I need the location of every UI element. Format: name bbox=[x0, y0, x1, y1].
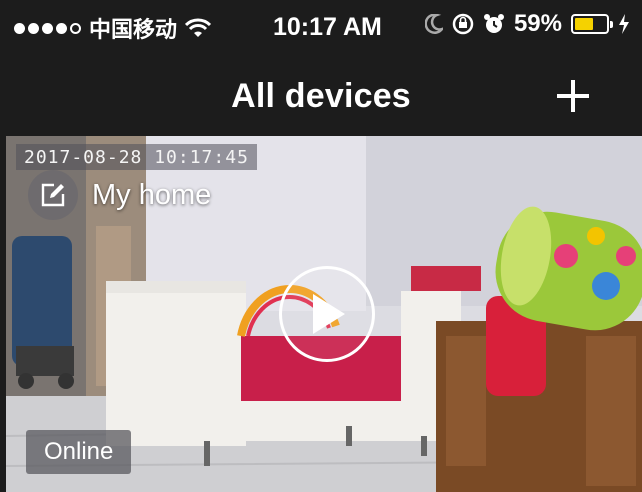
edit-device-name-button[interactable] bbox=[28, 170, 78, 220]
play-button[interactable] bbox=[279, 266, 375, 362]
video-timestamp: 2017-08-28 10:17:45 bbox=[16, 144, 257, 170]
battery-icon bbox=[571, 14, 613, 34]
add-device-button[interactable] bbox=[550, 73, 596, 119]
rotation-lock-icon bbox=[452, 13, 474, 35]
status-time: 10:17 AM bbox=[273, 13, 382, 41]
carrier-name: 中国移动 bbox=[89, 18, 178, 43]
battery-percentage: 59% bbox=[513, 10, 562, 37]
status-left: 中国移动 bbox=[14, 12, 264, 44]
device-name-row: My home bbox=[28, 170, 211, 220]
plus-icon bbox=[557, 80, 589, 112]
navigation-bar: All devices bbox=[0, 56, 642, 136]
moon-icon bbox=[424, 14, 443, 34]
battery-fill bbox=[575, 18, 593, 30]
device-name: My home bbox=[92, 178, 212, 211]
signal-strength-icon bbox=[14, 22, 81, 34]
page-title: All devices bbox=[231, 76, 411, 115]
status-bar: 中国移动 10:17 AM 59% bbox=[0, 0, 642, 56]
play-icon bbox=[313, 294, 345, 334]
charging-bolt-icon bbox=[618, 14, 630, 34]
wifi-icon bbox=[185, 18, 212, 38]
status-right: 59% bbox=[424, 10, 630, 38]
status-badge: Online bbox=[26, 430, 132, 474]
camera-preview-card[interactable]: 2017-08-28 10:17:45 My home Online bbox=[6, 136, 642, 492]
edit-icon bbox=[41, 183, 65, 207]
alarm-icon bbox=[483, 13, 505, 35]
